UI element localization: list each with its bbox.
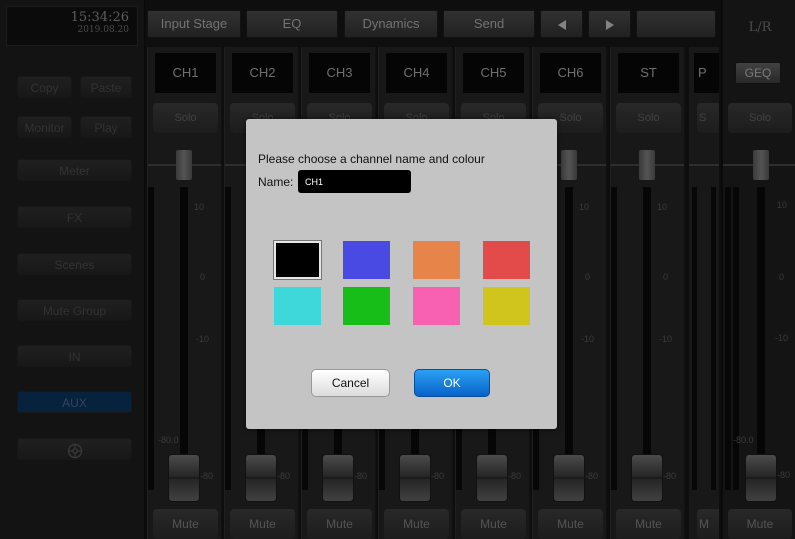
dialog-prompt: Please choose a channel name and colour <box>258 152 485 166</box>
colour-swatch[interactable] <box>483 287 530 325</box>
name-label: Name: <box>258 175 294 189</box>
colour-swatch[interactable] <box>343 287 390 325</box>
colour-swatch[interactable] <box>413 287 460 325</box>
colour-swatch[interactable] <box>274 241 321 279</box>
colour-swatch[interactable] <box>343 241 390 279</box>
colour-swatch[interactable] <box>483 241 530 279</box>
mixer-app: 15:34:26 2019.08.20 Copy Paste Monitor P… <box>0 0 795 539</box>
channel-name-colour-dialog: Please choose a channel name and colour … <box>246 119 557 429</box>
colour-swatch[interactable] <box>274 287 321 325</box>
colour-swatch[interactable] <box>413 241 460 279</box>
channel-name-input[interactable] <box>298 170 411 193</box>
ok-button[interactable]: OK <box>414 369 490 397</box>
cancel-button[interactable]: Cancel <box>311 369 390 397</box>
